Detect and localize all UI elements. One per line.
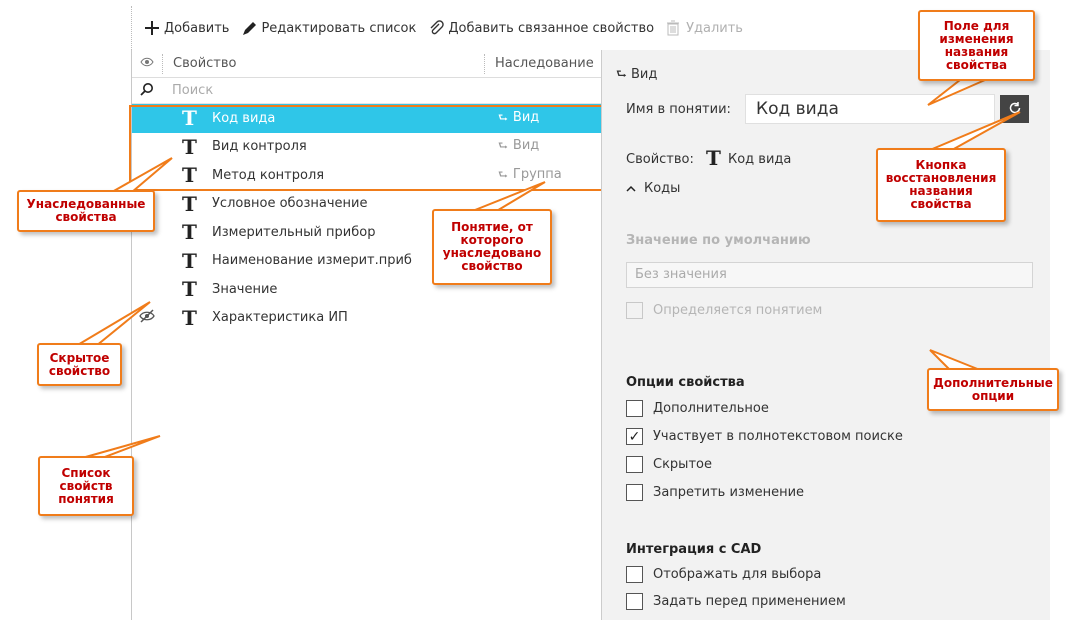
callout-property-list: Список свойств понятия	[38, 456, 134, 516]
callout-reset-button: Кнопка восстановления названия свойства	[876, 148, 1006, 222]
callout-source-concept: Понятие, от которого унаследовано свойст…	[432, 209, 552, 285]
callout-additional-options: Дополнительные опции	[927, 368, 1059, 411]
callout-inherited-properties: Унаследованные свойства	[17, 190, 155, 232]
callout-hidden-property: Скрытое свойство	[37, 343, 122, 386]
callout-rename-field: Поле для изменения названия свойства	[918, 10, 1035, 81]
callout-pointers	[72, 79, 1021, 459]
